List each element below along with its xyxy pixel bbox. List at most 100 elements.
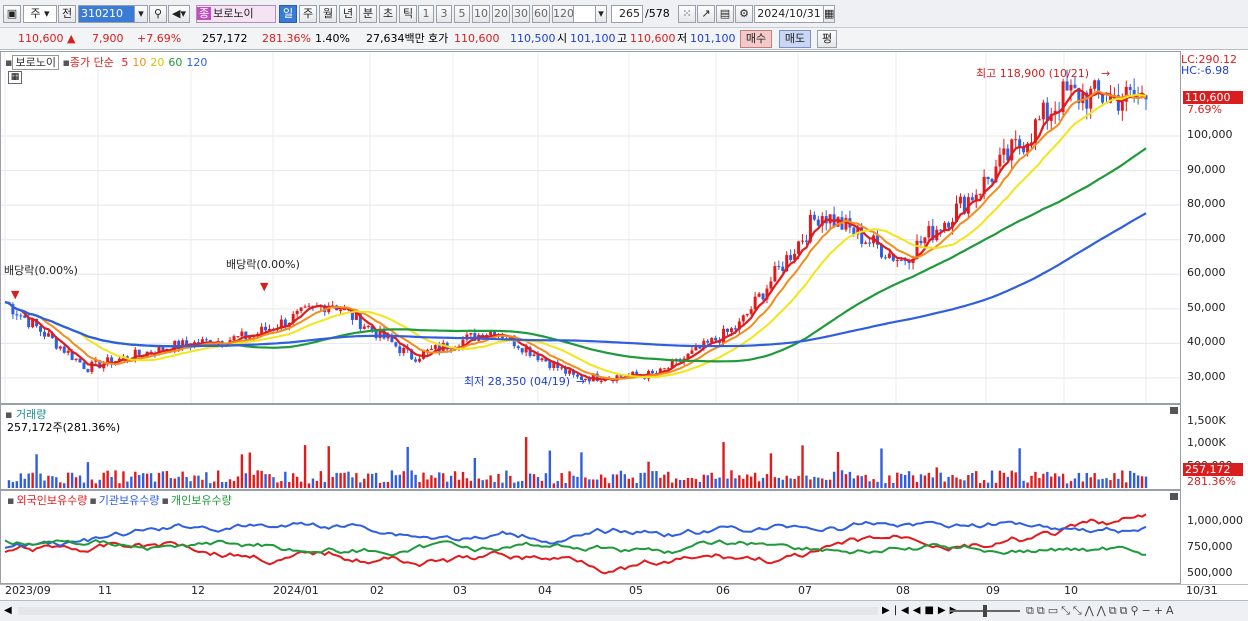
volume-bar: [809, 479, 812, 488]
chevron-down-icon[interactable]: ▾: [134, 5, 148, 23]
speaker-icon[interactable]: ◀▾: [168, 5, 190, 23]
volume-bar: [185, 477, 188, 488]
volume-bar: [655, 471, 658, 488]
x-tick: 2024/01: [273, 584, 319, 597]
interval-button-3[interactable]: 3: [436, 5, 452, 23]
gear-icon[interactable]: ⚙: [735, 5, 753, 23]
drawing-tools[interactable]: ⧉⧉▭⤡⤡⋀⋀⧉⧉⚲−+A: [1026, 604, 1176, 618]
tab-period-0[interactable]: 일: [279, 5, 297, 23]
volume-bar: [631, 477, 634, 488]
candle-body: [433, 345, 437, 349]
volume-bar: [303, 445, 307, 488]
volume-bar: [982, 480, 986, 488]
low-price: 101,100: [690, 32, 736, 45]
close-pane-icon[interactable]: [1170, 493, 1178, 500]
volume-chart: [7, 437, 1148, 488]
candle-body: [706, 340, 710, 343]
volume-bar: [599, 474, 603, 488]
candle-body: [362, 326, 366, 329]
volume-bar: [825, 479, 828, 488]
tab-period-1[interactable]: 주: [299, 5, 317, 23]
candle-body: [958, 196, 962, 204]
prev-button[interactable]: 전: [58, 5, 76, 23]
volume-value: 257,172주(281.36%): [7, 421, 121, 434]
volume-bar: [1121, 470, 1124, 488]
date-input[interactable]: 2024/10/31: [754, 5, 824, 23]
volume-bar: [453, 471, 457, 488]
pyeong-button[interactable]: 평: [817, 30, 837, 48]
volume-bar: [1053, 473, 1057, 488]
tab-period-2[interactable]: 월: [319, 5, 337, 23]
volume-pane[interactable]: ▪ 거래량 257,172주(281.36%): [0, 404, 1181, 490]
candle-body: [998, 154, 1002, 167]
volume-bar: [828, 479, 832, 488]
candle-body: [264, 326, 268, 331]
interval-button-60[interactable]: 60: [532, 5, 550, 23]
candle-body: [781, 266, 785, 271]
legend-bullet: ▪: [161, 494, 169, 507]
candle-body: [777, 266, 781, 268]
save-icon[interactable]: ▤: [716, 5, 734, 23]
volume-bar: [793, 478, 796, 488]
period-select[interactable]: 주 ▾: [23, 5, 57, 23]
tab-period-5[interactable]: 초: [379, 5, 397, 23]
candle-body: [1120, 101, 1124, 111]
volume-bar: [288, 481, 291, 488]
volume-bar: [141, 473, 145, 488]
volume-bar: [789, 478, 792, 488]
ma-line-5: [4, 88, 1147, 382]
interval-button-5[interactable]: 5: [454, 5, 470, 23]
holding-pane[interactable]: ▪ 외국인보유수량 ▪ 기관보유수량 ▪ 개인보유수량: [0, 490, 1181, 584]
volume-bar: [572, 475, 575, 488]
calendar-icon[interactable]: ▦: [823, 5, 835, 23]
tab-period-4[interactable]: 분: [359, 5, 377, 23]
price-pane[interactable]: 최고 118,900 (10/21) → 최저 28,350 (04/19) → 배당락…: [0, 51, 1181, 404]
volume-bar: [864, 474, 867, 488]
interval-button-120[interactable]: 120: [552, 5, 574, 23]
volume-bar: [307, 483, 311, 488]
zoom-slider-handle[interactable]: [983, 605, 987, 617]
close-pane-icon[interactable]: [1170, 407, 1178, 414]
sell-button[interactable]: 매도: [779, 30, 811, 48]
interval-button-20[interactable]: 20: [492, 5, 510, 23]
volume-bar: [260, 470, 263, 488]
volume-bar: [611, 474, 615, 488]
interval-button-1[interactable]: 1: [418, 5, 434, 23]
volume-bar: [1061, 473, 1065, 488]
buy-button[interactable]: 매수: [740, 30, 772, 48]
chevron-down-icon[interactable]: ▾: [595, 5, 607, 23]
ma-legend-20: 20: [150, 56, 165, 69]
volume-bar: [351, 477, 354, 488]
volume-bar: [1014, 472, 1017, 488]
scrollbar-track[interactable]: [18, 607, 878, 615]
price-tick: 90,000: [1187, 162, 1226, 176]
count-input[interactable]: 265: [611, 5, 643, 23]
volume-bar: [513, 482, 516, 488]
window-icon[interactable]: ▣: [3, 5, 21, 23]
volume-bar: [568, 471, 571, 488]
high-annotation: 최고 118,900 (10/21): [976, 67, 1089, 80]
volume-bar: [663, 474, 666, 488]
volume-bar: [702, 474, 706, 488]
dots-icon[interactable]: ⁙: [678, 5, 696, 23]
tab-period-3[interactable]: 년: [339, 5, 357, 23]
volume-bar: [742, 478, 745, 488]
scroll-left-icon[interactable]: ◀: [4, 605, 12, 616]
interval-button-10[interactable]: 10: [472, 5, 490, 23]
crosshair-icon[interactable]: ↗: [697, 5, 715, 23]
x-tick: 04: [538, 584, 552, 597]
interval-button-30[interactable]: 30: [512, 5, 530, 23]
candle-body: [74, 358, 78, 360]
stock-name-field[interactable]: 종 보로노이: [196, 5, 276, 23]
volume-bar: [848, 471, 852, 488]
volume-bar: [975, 471, 978, 488]
calculator-icon[interactable]: ▦: [8, 71, 22, 84]
search-icon[interactable]: ⚲: [149, 5, 167, 23]
volume-bar: [931, 477, 935, 488]
legend-bullet: ▪: [89, 494, 97, 507]
volume-bar: [122, 471, 125, 488]
candle-body: [1069, 84, 1073, 91]
stock-code-input[interactable]: 310210: [78, 5, 136, 23]
tab-period-6[interactable]: 틱: [399, 5, 417, 23]
volume-bar: [678, 479, 682, 488]
